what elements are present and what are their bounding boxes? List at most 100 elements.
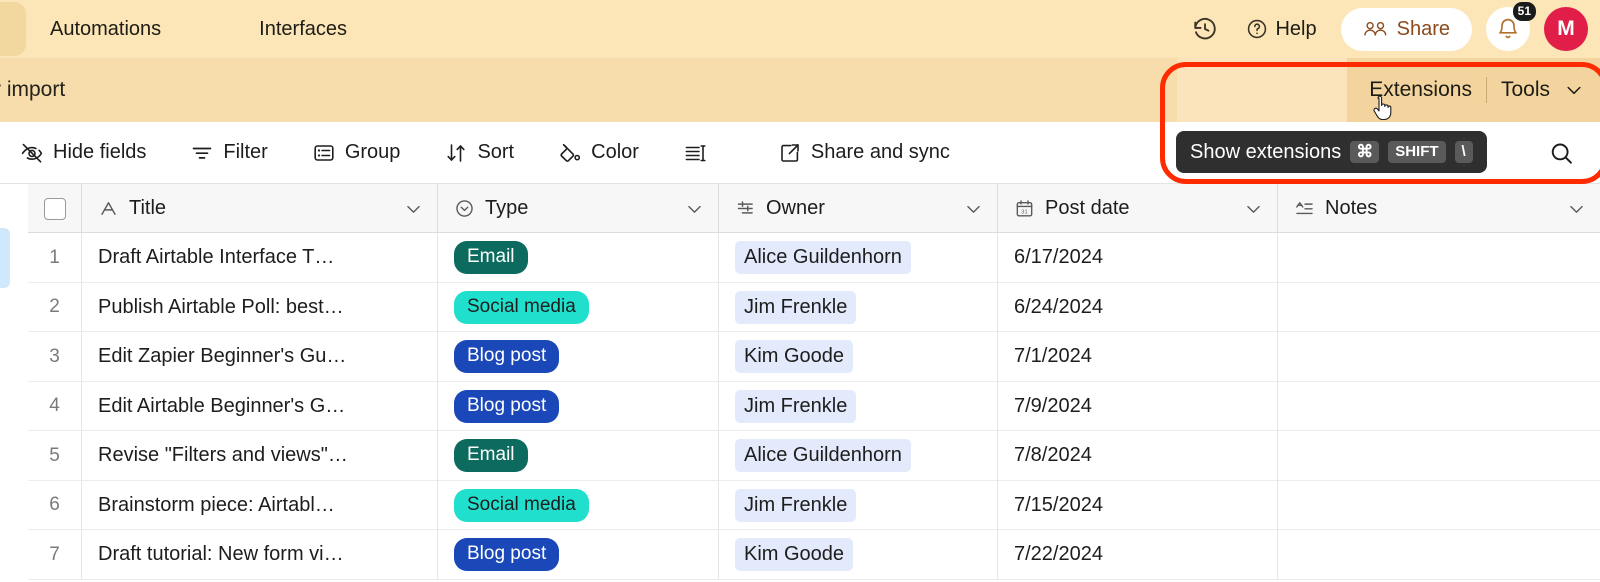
row-number[interactable]: 2 (28, 282, 82, 332)
sidebar-item-partial[interactable] (0, 228, 10, 288)
calendar-icon: 31 (1014, 198, 1035, 219)
cell-notes[interactable] (1278, 530, 1600, 580)
sort-label: Sort (477, 141, 515, 163)
cell-owner[interactable]: Jim Frenkle (719, 282, 998, 332)
column-header-notes[interactable]: Notes (1278, 184, 1600, 233)
cell-owner[interactable]: Jim Frenkle (719, 480, 998, 530)
sort-arrows-icon (444, 141, 468, 165)
row-number[interactable]: 4 (28, 381, 82, 431)
cell-post-date-text: 7/22/2024 (1014, 543, 1103, 566)
table-row[interactable]: 6 Brainstorm piece: Airtabl… Social media J… (28, 480, 1600, 531)
select-all-checkbox[interactable] (43, 197, 66, 220)
cell-post-date[interactable]: 7/22/2024 (998, 530, 1278, 580)
owner-chip: Jim Frenkle (735, 488, 857, 522)
color-button[interactable]: Color (550, 135, 647, 171)
cell-post-date[interactable]: 7/9/2024 (998, 381, 1278, 431)
grid-header-row: Title Type Owner 31 Post date Notes (28, 184, 1600, 233)
top-bar-actions: Help Share 51 M (1188, 0, 1588, 58)
row-height-icon (683, 141, 707, 165)
cell-title[interactable]: Publish Airtable Poll: best… (82, 282, 438, 332)
cell-owner[interactable]: Kim Goode (719, 332, 998, 382)
cell-title[interactable]: Draft Airtable Interface T… (82, 233, 438, 283)
cell-title[interactable]: Brainstorm piece: Airtabl… (82, 480, 438, 530)
table-row[interactable]: 7 Draft tutorial: New form vi… Blog post Ki… (28, 530, 1600, 580)
cell-post-date-text: 7/15/2024 (1014, 493, 1103, 516)
avatar[interactable]: M (1544, 7, 1588, 51)
chevron-down-icon[interactable] (964, 199, 983, 218)
cell-post-date[interactable]: 7/15/2024 (998, 480, 1278, 530)
cell-type[interactable]: Blog post (438, 381, 719, 431)
nav-automations[interactable]: Automations (36, 12, 175, 47)
cell-post-date-text: 6/24/2024 (1014, 295, 1103, 318)
table-row[interactable]: 1 Draft Airtable Interface T… Email Alice G… (28, 233, 1600, 283)
owner-chip: Kim Goode (735, 340, 854, 374)
row-number[interactable]: 7 (28, 530, 82, 580)
row-number[interactable]: 5 (28, 431, 82, 481)
question-mark-icon (1246, 18, 1268, 40)
table-row[interactable]: 2 Publish Airtable Poll: best… Social medi… (28, 282, 1600, 333)
chevron-down-icon[interactable] (1564, 80, 1584, 100)
cell-title[interactable]: Draft tutorial: New form vi… (82, 530, 438, 580)
cell-post-date[interactable]: 7/1/2024 (998, 332, 1278, 382)
cell-notes[interactable] (1278, 332, 1600, 382)
group-button[interactable]: Group (304, 135, 409, 171)
cell-type[interactable]: Social media (438, 282, 719, 332)
cell-title[interactable]: Edit Airtable Beginner's G… (82, 381, 438, 431)
column-header-owner[interactable]: Owner (719, 184, 998, 233)
cell-notes[interactable] (1278, 431, 1600, 481)
chevron-down-icon[interactable] (1244, 199, 1263, 218)
share-and-sync-button[interactable]: Share and sync (770, 135, 958, 171)
cell-type[interactable]: Email (438, 233, 719, 283)
kbd-command: ⌘ (1350, 141, 1380, 163)
cell-type[interactable]: Blog post (438, 332, 719, 382)
hide-fields-button[interactable]: Hide fields (12, 135, 154, 171)
search-icon[interactable] (1544, 136, 1578, 170)
cell-owner[interactable]: Alice Guildenhorn (719, 431, 998, 481)
column-header-type[interactable]: Type (438, 184, 719, 233)
cell-title[interactable]: Edit Zapier Beginner's Gu… (82, 332, 438, 382)
base-tab-pill[interactable] (0, 2, 26, 56)
sort-button[interactable]: Sort (436, 135, 522, 171)
history-clock-icon[interactable] (1188, 12, 1222, 46)
cell-post-date[interactable]: 6/17/2024 (998, 233, 1278, 283)
row-number[interactable]: 6 (28, 480, 82, 530)
help-button[interactable]: Help (1236, 12, 1326, 47)
nav-interfaces[interactable]: Interfaces (245, 12, 361, 47)
cell-notes[interactable] (1278, 382, 1600, 432)
chevron-down-icon[interactable] (404, 199, 423, 218)
cell-type[interactable]: Social media (438, 480, 719, 530)
extensions-button[interactable]: Extensions (1369, 78, 1472, 102)
notifications-button[interactable]: 51 (1486, 2, 1536, 51)
chevron-down-icon[interactable] (1567, 199, 1586, 218)
select-all-header[interactable] (28, 184, 82, 233)
collaborator-icon (735, 198, 756, 219)
cell-notes[interactable] (1278, 283, 1600, 333)
cell-notes[interactable] (1278, 233, 1600, 283)
cell-owner[interactable]: Jim Frenkle (719, 381, 998, 431)
row-number[interactable]: 1 (28, 233, 82, 283)
svg-text:31: 31 (1021, 209, 1027, 215)
record-grid: Title Type Owner 31 Post date Notes 1 Dr… (0, 184, 1600, 582)
cell-post-date[interactable]: 6/24/2024 (998, 282, 1278, 332)
cell-type[interactable]: Email (438, 431, 719, 481)
tools-button[interactable]: Tools (1501, 78, 1550, 102)
cell-owner[interactable]: Alice Guildenhorn (719, 233, 998, 283)
row-height-button[interactable] (675, 135, 724, 171)
share-button[interactable]: Share (1340, 7, 1472, 51)
single-select-icon (454, 198, 475, 219)
cell-owner[interactable]: Kim Goode (719, 530, 998, 580)
filter-label: Filter (223, 141, 268, 163)
column-header-title[interactable]: Title (82, 184, 438, 233)
table-row[interactable]: 4 Edit Airtable Beginner's G… Blog post Jim… (28, 381, 1600, 432)
cell-notes[interactable] (1278, 481, 1600, 531)
column-header-post-date[interactable]: 31 Post date (998, 184, 1278, 233)
row-number[interactable]: 3 (28, 332, 82, 382)
table-row[interactable]: 3 Edit Zapier Beginner's Gu… Blog post Kim … (28, 332, 1600, 382)
cell-post-date[interactable]: 7/8/2024 (998, 431, 1278, 481)
cell-title[interactable]: Revise "Filters and views"… (82, 431, 438, 481)
chevron-down-icon[interactable] (685, 199, 704, 218)
filter-button[interactable]: Filter (182, 135, 275, 171)
cell-type[interactable]: Blog post (438, 530, 719, 580)
show-extensions-tooltip: Show extensions ⌘ SHIFT \ (1176, 131, 1487, 173)
table-row[interactable]: 5 Revise "Filters and views"… Email Alice G… (28, 431, 1600, 481)
